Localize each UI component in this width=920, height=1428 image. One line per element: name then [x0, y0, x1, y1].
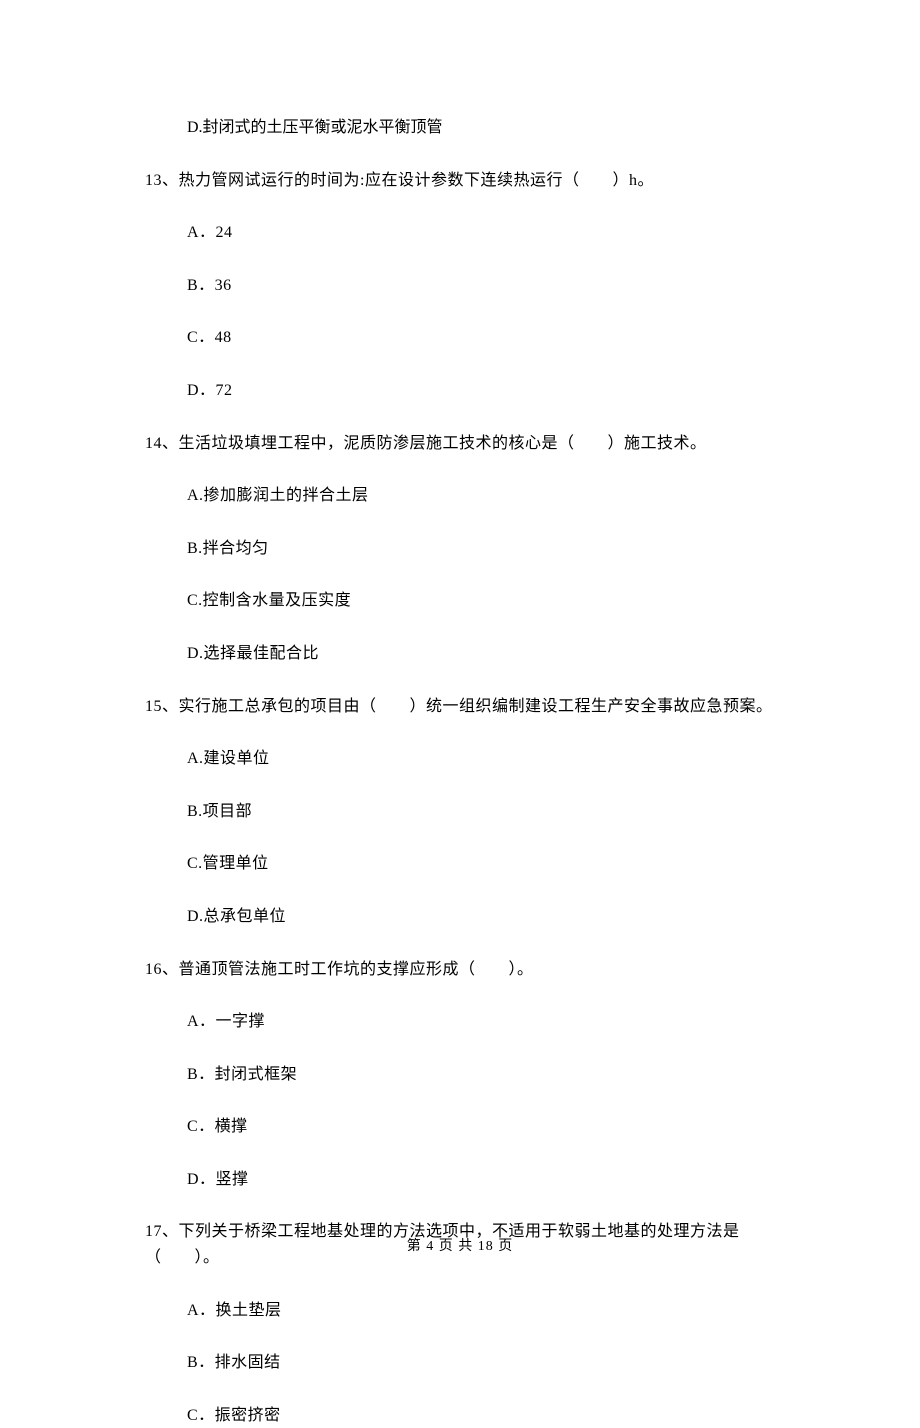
option-a: A.建设单位 — [145, 746, 775, 772]
option-b: B.项目部 — [145, 799, 775, 825]
question-text: 13、热力管网试运行的时间为:应在设计参数下连续热运行（ ）h。 — [145, 168, 775, 194]
question-number: 16、 — [145, 961, 179, 978]
option-a: A．换土垫层 — [145, 1298, 775, 1324]
question-number: 13、 — [145, 172, 179, 189]
orphan-option-d: D.封闭式的土压平衡或泥水平衡顶管 — [145, 115, 775, 141]
option-d: D.总承包单位 — [145, 904, 775, 930]
question-number: 14、 — [145, 435, 179, 452]
option-d: D．竖撑 — [145, 1167, 775, 1193]
option-a: A．一字撑 — [145, 1009, 775, 1035]
question-text: 15、实行施工总承包的项目由（ ）统一组织编制建设工程生产安全事故应急预案。 — [145, 694, 775, 720]
page-footer: 第 4 页 共 18 页 — [0, 1236, 920, 1258]
question-number: 15、 — [145, 698, 179, 715]
option-a: A．24 — [145, 220, 775, 246]
option-b: B．排水固结 — [145, 1350, 775, 1376]
option-c: C．振密挤密 — [145, 1403, 775, 1428]
question-body: 普通顶管法施工时工作坑的支撑应形成（ ）。 — [179, 961, 534, 978]
option-d: D.选择最佳配合比 — [145, 641, 775, 667]
question-body: 实行施工总承包的项目由（ ）统一组织编制建设工程生产安全事故应急预案。 — [179, 698, 773, 715]
question-15: 15、实行施工总承包的项目由（ ）统一组织编制建设工程生产安全事故应急预案。 A… — [145, 694, 775, 930]
option-b: B．36 — [145, 273, 775, 299]
question-body: 生活垃圾填埋工程中，泥质防渗层施工技术的核心是（ ）施工技术。 — [179, 435, 707, 452]
option-b: B.拌合均匀 — [145, 536, 775, 562]
page-number: 第 4 页 共 18 页 — [407, 1239, 514, 1254]
option-a: A.掺加膨润土的拌合土层 — [145, 483, 775, 509]
option-c: C.管理单位 — [145, 851, 775, 877]
page-content: D.封闭式的土压平衡或泥水平衡顶管 13、热力管网试运行的时间为:应在设计参数下… — [0, 0, 920, 1428]
question-text: 14、生活垃圾填埋工程中，泥质防渗层施工技术的核心是（ ）施工技术。 — [145, 431, 775, 457]
question-13: 13、热力管网试运行的时间为:应在设计参数下连续热运行（ ）h。 A．24 B．… — [145, 168, 775, 404]
option-c: C．横撑 — [145, 1114, 775, 1140]
question-body: 热力管网试运行的时间为:应在设计参数下连续热运行（ ）h。 — [179, 172, 654, 189]
question-16: 16、普通顶管法施工时工作坑的支撑应形成（ ）。 A．一字撑 B．封闭式框架 C… — [145, 957, 775, 1193]
option-text: D.封闭式的土压平衡或泥水平衡顶管 — [187, 119, 443, 136]
question-14: 14、生活垃圾填埋工程中，泥质防渗层施工技术的核心是（ ）施工技术。 A.掺加膨… — [145, 431, 775, 667]
question-text: 16、普通顶管法施工时工作坑的支撑应形成（ ）。 — [145, 957, 775, 983]
option-c: C．48 — [145, 325, 775, 351]
option-d: D．72 — [145, 378, 775, 404]
option-c: C.控制含水量及压实度 — [145, 588, 775, 614]
option-b: B．封闭式框架 — [145, 1062, 775, 1088]
